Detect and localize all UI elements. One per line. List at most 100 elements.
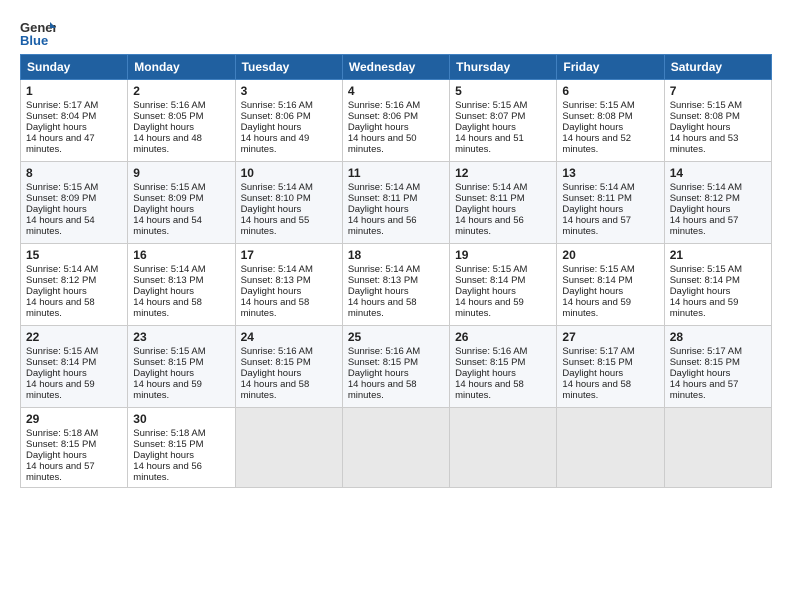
cell-info: Sunrise: 5:14 AMSunset: 8:12 PMDaylight … <box>26 264 98 319</box>
calendar-cell: 8 Sunrise: 5:15 AMSunset: 8:09 PMDaylight… <box>21 162 128 244</box>
weekday-header: Saturday <box>664 55 771 80</box>
day-number: 7 <box>670 84 766 98</box>
cell-info: Sunrise: 5:16 AMSunset: 8:05 PMDaylight … <box>133 100 205 155</box>
cell-info: Sunrise: 5:16 AMSunset: 8:15 PMDaylight … <box>241 346 313 401</box>
cell-info: Sunrise: 5:17 AMSunset: 8:04 PMDaylight … <box>26 100 98 155</box>
calendar-cell: 9 Sunrise: 5:15 AMSunset: 8:09 PMDaylight… <box>128 162 235 244</box>
calendar-week-row: 8 Sunrise: 5:15 AMSunset: 8:09 PMDaylight… <box>21 162 772 244</box>
calendar-header-row: SundayMondayTuesdayWednesdayThursdayFrid… <box>21 55 772 80</box>
calendar-cell: 6 Sunrise: 5:15 AMSunset: 8:08 PMDaylight… <box>557 80 664 162</box>
calendar-cell: 12 Sunrise: 5:14 AMSunset: 8:11 PMDayligh… <box>450 162 557 244</box>
cell-info: Sunrise: 5:15 AMSunset: 8:08 PMDaylight … <box>670 100 742 155</box>
day-number: 13 <box>562 166 658 180</box>
day-number: 9 <box>133 166 229 180</box>
cell-info: Sunrise: 5:18 AMSunset: 8:15 PMDaylight … <box>133 428 205 483</box>
day-number: 4 <box>348 84 444 98</box>
header: General Blue <box>20 18 772 48</box>
calendar-cell <box>557 408 664 488</box>
day-number: 25 <box>348 330 444 344</box>
calendar-week-row: 29 Sunrise: 5:18 AMSunset: 8:15 PMDayligh… <box>21 408 772 488</box>
calendar-cell: 2 Sunrise: 5:16 AMSunset: 8:05 PMDaylight… <box>128 80 235 162</box>
calendar-cell: 1 Sunrise: 5:17 AMSunset: 8:04 PMDaylight… <box>21 80 128 162</box>
cell-info: Sunrise: 5:14 AMSunset: 8:10 PMDaylight … <box>241 182 313 237</box>
calendar-cell <box>235 408 342 488</box>
day-number: 15 <box>26 248 122 262</box>
day-number: 11 <box>348 166 444 180</box>
weekday-header: Tuesday <box>235 55 342 80</box>
day-number: 26 <box>455 330 551 344</box>
day-number: 23 <box>133 330 229 344</box>
cell-info: Sunrise: 5:15 AMSunset: 8:09 PMDaylight … <box>133 182 205 237</box>
calendar-cell: 14 Sunrise: 5:14 AMSunset: 8:12 PMDayligh… <box>664 162 771 244</box>
cell-info: Sunrise: 5:14 AMSunset: 8:13 PMDaylight … <box>133 264 205 319</box>
calendar-cell: 29 Sunrise: 5:18 AMSunset: 8:15 PMDayligh… <box>21 408 128 488</box>
calendar-cell: 21 Sunrise: 5:15 AMSunset: 8:14 PMDayligh… <box>664 244 771 326</box>
day-number: 17 <box>241 248 337 262</box>
cell-info: Sunrise: 5:14 AMSunset: 8:11 PMDaylight … <box>348 182 420 237</box>
calendar-cell: 4 Sunrise: 5:16 AMSunset: 8:06 PMDaylight… <box>342 80 449 162</box>
weekday-header: Sunday <box>21 55 128 80</box>
calendar-cell: 7 Sunrise: 5:15 AMSunset: 8:08 PMDaylight… <box>664 80 771 162</box>
day-number: 1 <box>26 84 122 98</box>
day-number: 29 <box>26 412 122 426</box>
day-number: 2 <box>133 84 229 98</box>
cell-info: Sunrise: 5:14 AMSunset: 8:11 PMDaylight … <box>562 182 634 237</box>
cell-info: Sunrise: 5:15 AMSunset: 8:15 PMDaylight … <box>133 346 205 401</box>
calendar-week-row: 1 Sunrise: 5:17 AMSunset: 8:04 PMDaylight… <box>21 80 772 162</box>
cell-info: Sunrise: 5:15 AMSunset: 8:08 PMDaylight … <box>562 100 634 155</box>
weekday-header: Monday <box>128 55 235 80</box>
svg-text:Blue: Blue <box>20 33 48 48</box>
calendar-cell: 28Sunrise: 5:17 AMSunset: 8:15 PMDayligh… <box>664 326 771 408</box>
calendar-cell: 23 Sunrise: 5:15 AMSunset: 8:15 PMDayligh… <box>128 326 235 408</box>
cell-info: Sunrise: 5:16 AMSunset: 8:06 PMDaylight … <box>348 100 420 155</box>
cell-info: Sunrise: 5:16 AMSunset: 8:15 PMDaylight … <box>348 346 420 401</box>
calendar-cell: 16 Sunrise: 5:14 AMSunset: 8:13 PMDayligh… <box>128 244 235 326</box>
calendar-cell: 13 Sunrise: 5:14 AMSunset: 8:11 PMDayligh… <box>557 162 664 244</box>
calendar-cell: 17 Sunrise: 5:14 AMSunset: 8:13 PMDayligh… <box>235 244 342 326</box>
calendar-cell <box>664 408 771 488</box>
calendar-cell <box>450 408 557 488</box>
day-number: 5 <box>455 84 551 98</box>
calendar-cell: 30 Sunrise: 5:18 AMSunset: 8:15 PMDayligh… <box>128 408 235 488</box>
day-number: 6 <box>562 84 658 98</box>
day-number: 12 <box>455 166 551 180</box>
day-number: 14 <box>670 166 766 180</box>
day-number: 20 <box>562 248 658 262</box>
cell-info: Sunrise: 5:15 AMSunset: 8:09 PMDaylight … <box>26 182 98 237</box>
calendar-cell: 27 Sunrise: 5:17 AMSunset: 8:15 PMDayligh… <box>557 326 664 408</box>
cell-info: Sunrise: 5:18 AMSunset: 8:15 PMDaylight … <box>26 428 98 483</box>
cell-info: Sunrise: 5:15 AMSunset: 8:14 PMDaylight … <box>455 264 527 319</box>
cell-info: Sunrise: 5:14 AMSunset: 8:12 PMDaylight … <box>670 182 742 237</box>
cell-info: Sunrise: 5:14 AMSunset: 8:13 PMDaylight … <box>241 264 313 319</box>
cell-info: Sunrise: 5:14 AMSunset: 8:13 PMDaylight … <box>348 264 420 319</box>
weekday-header: Wednesday <box>342 55 449 80</box>
calendar-week-row: 22Sunrise: 5:15 AMSunset: 8:14 PMDayligh… <box>21 326 772 408</box>
day-number: 18 <box>348 248 444 262</box>
cell-info: Sunrise: 5:16 AMSunset: 8:15 PMDaylight … <box>455 346 527 401</box>
weekday-header: Friday <box>557 55 664 80</box>
cell-info: Sunrise: 5:15 AMSunset: 8:14 PMDaylight … <box>26 346 98 401</box>
cell-info: Sunrise: 5:17 AMSunset: 8:15 PMDaylight … <box>562 346 634 401</box>
cell-info: Sunrise: 5:15 AMSunset: 8:07 PMDaylight … <box>455 100 527 155</box>
day-number: 27 <box>562 330 658 344</box>
day-number: 16 <box>133 248 229 262</box>
calendar-cell: 24Sunrise: 5:16 AMSunset: 8:15 PMDayligh… <box>235 326 342 408</box>
day-number: 19 <box>455 248 551 262</box>
calendar-cell: 22Sunrise: 5:15 AMSunset: 8:14 PMDayligh… <box>21 326 128 408</box>
calendar-cell <box>342 408 449 488</box>
calendar-cell: 20 Sunrise: 5:15 AMSunset: 8:14 PMDayligh… <box>557 244 664 326</box>
calendar-cell: 15 Sunrise: 5:14 AMSunset: 8:12 PMDayligh… <box>21 244 128 326</box>
weekday-header: Thursday <box>450 55 557 80</box>
day-number: 30 <box>133 412 229 426</box>
day-number: 8 <box>26 166 122 180</box>
cell-info: Sunrise: 5:14 AMSunset: 8:11 PMDaylight … <box>455 182 527 237</box>
cell-info: Sunrise: 5:17 AMSunset: 8:15 PMDaylight … <box>670 346 742 401</box>
cell-info: Sunrise: 5:15 AMSunset: 8:14 PMDaylight … <box>670 264 742 319</box>
day-number: 10 <box>241 166 337 180</box>
cell-info: Sunrise: 5:15 AMSunset: 8:14 PMDaylight … <box>562 264 634 319</box>
calendar-cell: 19 Sunrise: 5:15 AMSunset: 8:14 PMDayligh… <box>450 244 557 326</box>
cell-info: Sunrise: 5:16 AMSunset: 8:06 PMDaylight … <box>241 100 313 155</box>
calendar-cell: 26 Sunrise: 5:16 AMSunset: 8:15 PMDayligh… <box>450 326 557 408</box>
calendar-table: SundayMondayTuesdayWednesdayThursdayFrid… <box>20 54 772 488</box>
day-number: 21 <box>670 248 766 262</box>
